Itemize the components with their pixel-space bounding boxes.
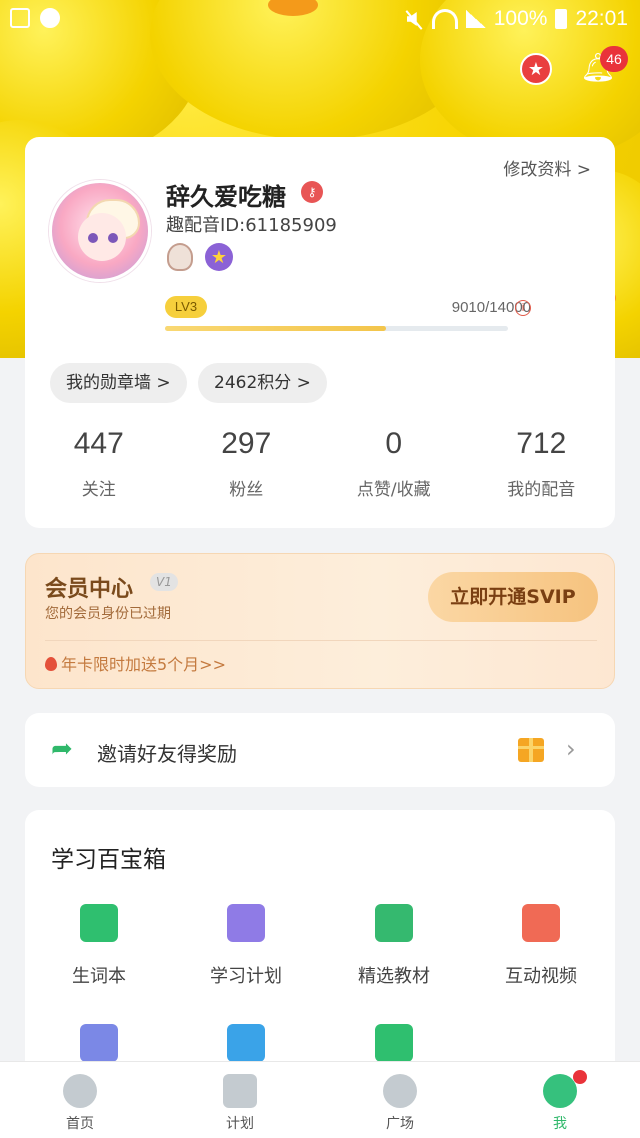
tool-interactive-video[interactable]: 互动视频: [471, 904, 611, 988]
info-icon[interactable]: i: [515, 300, 531, 316]
book-icon: [223, 1074, 257, 1108]
stat-dubbings[interactable]: 712 我的配音: [468, 427, 616, 500]
stat-fans[interactable]: 297 粉丝: [173, 427, 321, 500]
medal-wall-button[interactable]: 我的勋章墙 >: [50, 363, 187, 403]
star-medal-icon[interactable]: ★: [205, 243, 233, 271]
clock: 22:01: [575, 7, 628, 30]
edit-profile-link[interactable]: 修改资料 >: [503, 155, 591, 180]
tool-vocabulary-book[interactable]: 生词本: [29, 904, 169, 988]
tool-label: 学习计划: [210, 966, 282, 987]
vip-status: 您的会员身份已过期: [45, 606, 171, 622]
username: 辞久爱吃糖: [166, 183, 286, 211]
nav-plan[interactable]: 计划: [160, 1062, 320, 1138]
chat-icon: [383, 1074, 417, 1108]
user-id: 趣配音ID:61185909: [166, 215, 337, 236]
tool-label: 互动视频: [505, 966, 577, 987]
stat-value: 447: [73, 427, 124, 460]
nav-me[interactable]: 我: [480, 1062, 640, 1138]
stat-likes[interactable]: 0 点赞/收藏: [320, 427, 468, 500]
vip-level-tag: V1: [150, 573, 178, 591]
vip-center-card[interactable]: 会员中心 V1 您的会员身份已过期 立即开通SVIP 年卡限时加送5个月>>: [25, 553, 615, 689]
stat-value: 712: [516, 427, 567, 460]
vip-promo-text: 年卡限时加送5个月>>: [61, 655, 226, 674]
gift-icon: [518, 738, 544, 762]
notebook-icon: [80, 904, 118, 942]
toolbox-title: 学习百宝箱: [51, 847, 166, 873]
tool-list[interactable]: [324, 1024, 464, 1062]
app-notification-icon: [40, 8, 60, 28]
mute-icon: [404, 9, 424, 29]
nav-label: 我: [553, 1116, 567, 1132]
open-svip-button[interactable]: 立即开通SVIP: [428, 572, 598, 622]
invite-label: 邀请好友得奖励: [97, 742, 237, 766]
divider: [45, 640, 597, 641]
tool-label: 精选教材: [358, 966, 430, 987]
bottom-nav: 首页 计划 广场 我: [0, 1061, 640, 1138]
tool-study-plan[interactable]: 学习计划: [176, 904, 316, 988]
key-icon: ⚷: [301, 181, 323, 203]
avatar[interactable]: [49, 180, 151, 282]
level-badge: LV3: [165, 296, 207, 318]
xp-progress-fill: [165, 326, 386, 331]
stats-row: 447 关注 297 粉丝 0 点赞/收藏 712 我的配音: [25, 427, 615, 500]
vip-promo-link[interactable]: 年卡限时加送5个月>>: [45, 651, 226, 675]
signal-icon: [465, 10, 486, 28]
vip-title: 会员中心: [45, 577, 134, 602]
share-arrow-icon: ➦: [51, 734, 73, 764]
favorites-star-icon[interactable]: ★: [520, 53, 552, 85]
xp-progress-bar: [165, 326, 508, 331]
stat-label: 点赞/收藏: [356, 480, 431, 500]
stat-label: 关注: [81, 480, 116, 500]
quiz-icon: [80, 1024, 118, 1062]
points-button[interactable]: 2462积分 >: [198, 363, 327, 403]
tool-quiz[interactable]: [29, 1024, 169, 1062]
stat-value: 0: [385, 427, 403, 460]
nav-label: 广场: [386, 1116, 414, 1132]
medal-icon[interactable]: [167, 243, 193, 271]
chevron-right-icon: ›: [566, 735, 576, 763]
nav-label: 计划: [226, 1116, 254, 1132]
stat-following[interactable]: 447 关注: [25, 427, 173, 500]
gallery-icon: [10, 8, 30, 28]
list-icon: [375, 1024, 413, 1062]
nav-label: 首页: [66, 1116, 94, 1132]
textbook-icon: [375, 904, 413, 942]
play-icon: [63, 1074, 97, 1108]
status-bar: 100% 22:01: [0, 0, 640, 40]
nav-notification-dot: [573, 1070, 587, 1084]
nav-square[interactable]: 广场: [320, 1062, 480, 1138]
tool-label: 生词本: [72, 966, 126, 987]
tool-statistics[interactable]: [176, 1024, 316, 1062]
me-icon: [543, 1074, 577, 1108]
tv-icon: [522, 904, 560, 942]
wifi-icon: [431, 9, 458, 29]
stat-label: 粉丝: [229, 480, 264, 500]
profile-card: 修改资料 > 辞久爱吃糖 ⚷ 趣配音ID:61185909 ★ LV3 9010…: [25, 137, 615, 528]
tool-textbooks[interactable]: 精选教材: [324, 904, 464, 988]
notification-badge: 46: [600, 46, 628, 72]
stat-value: 297: [221, 427, 272, 460]
chart-icon: [227, 1024, 265, 1062]
invite-friends-row[interactable]: ➦ 邀请好友得奖励 ›: [25, 713, 615, 787]
nav-home[interactable]: 首页: [0, 1062, 160, 1138]
calendar-icon: [227, 904, 265, 942]
battery-icon: [555, 9, 568, 29]
flame-icon: [45, 657, 57, 671]
stat-label: 我的配音: [507, 480, 576, 500]
battery-percent: 100%: [493, 7, 548, 30]
